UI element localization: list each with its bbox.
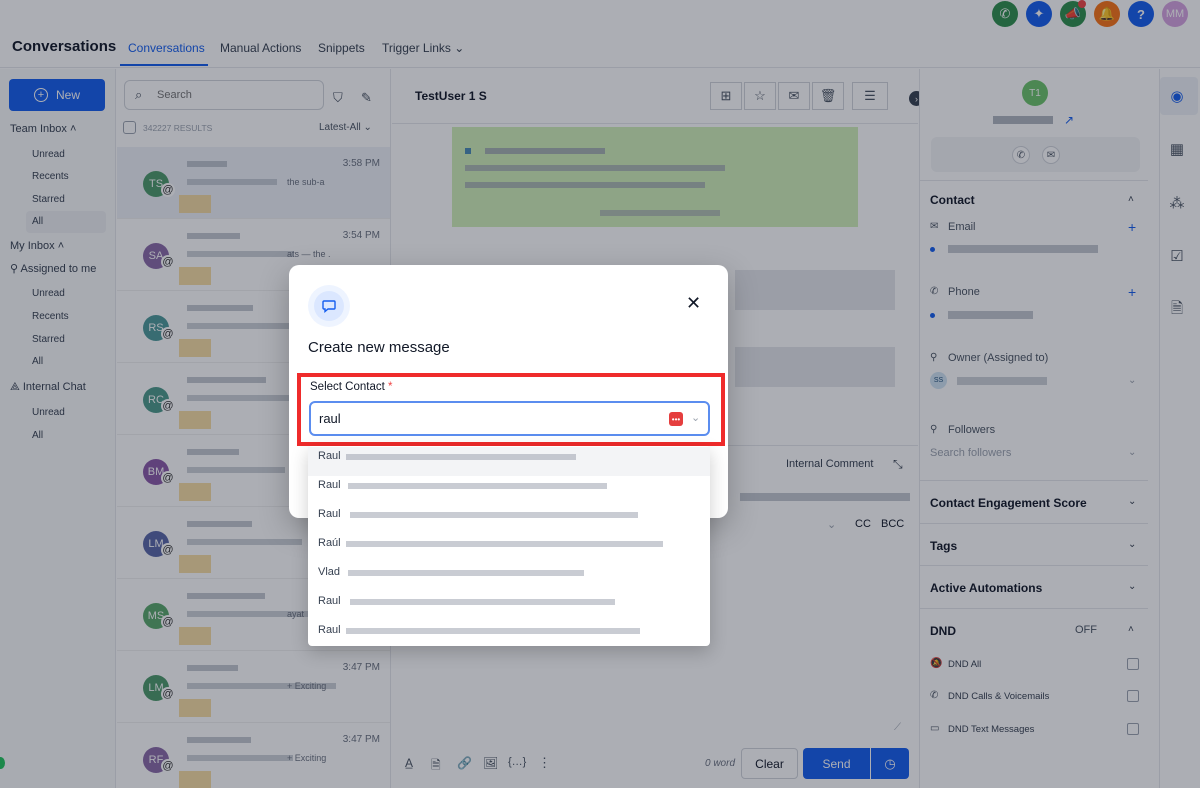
close-icon[interactable]: ✕: [686, 293, 701, 314]
contact-option[interactable]: Raul: [308, 621, 710, 650]
contact-option-name: Raul: [318, 508, 341, 520]
modal-title: Create new message: [308, 339, 450, 356]
contact-option[interactable]: Raul: [308, 447, 710, 476]
contact-option[interactable]: Vlad: [308, 563, 710, 592]
contact-option[interactable]: Raul: [308, 476, 710, 505]
blurred-content: [348, 483, 607, 489]
contact-option[interactable]: Raúl: [308, 534, 710, 563]
contact-option-name: Raul: [318, 595, 341, 607]
password-manager-icon[interactable]: •••: [669, 412, 683, 426]
contact-option-name: Raul: [318, 624, 341, 636]
chevron-down-icon[interactable]: ⌄: [691, 411, 700, 424]
modal-icon-wrap: [308, 285, 350, 327]
contact-option[interactable]: Raul: [308, 505, 710, 534]
contact-option-name: Vlad: [318, 566, 341, 578]
select-contact-text: Select Contact: [310, 381, 385, 393]
contact-option[interactable]: Raul: [308, 592, 710, 621]
blurred-content: [348, 570, 584, 576]
contact-search-input[interactable]: [319, 411, 619, 426]
blurred-content: [346, 628, 640, 634]
chat-bubble-icon: [314, 291, 344, 321]
blurred-content: [350, 512, 638, 518]
contact-option-name: Raul: [318, 479, 341, 491]
select-contact-label: Select Contact *: [310, 381, 392, 393]
required-mark: *: [388, 381, 393, 393]
blurred-content: [346, 541, 663, 547]
contact-select[interactable]: ••• ⌄: [309, 401, 710, 436]
contact-option-name: Raul: [318, 450, 341, 462]
blurred-content: [350, 599, 615, 605]
blurred-content: [346, 454, 576, 460]
contact-option-name: Raúl: [318, 537, 341, 549]
